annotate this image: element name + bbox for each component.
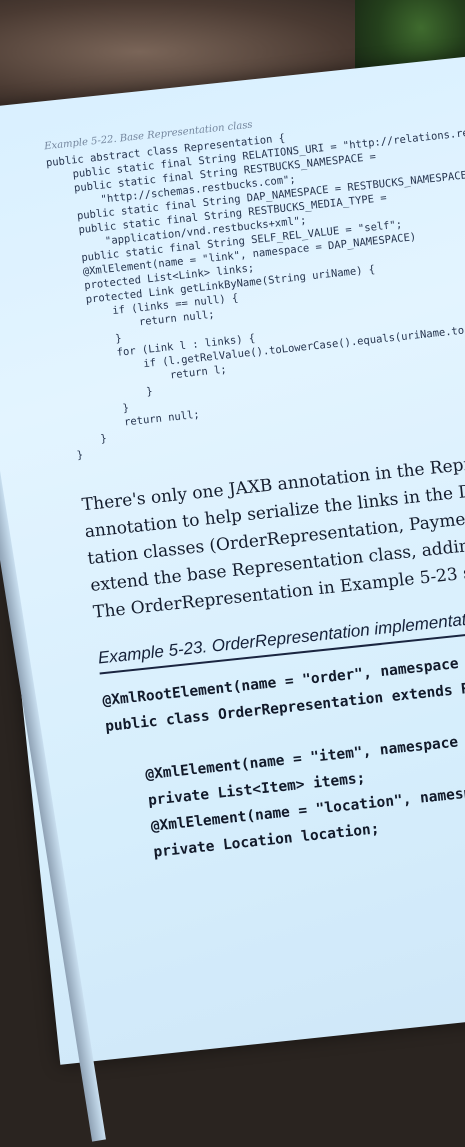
book-page: Example 5-22. Base Representation class … [0, 51, 465, 1142]
page-content: Example 5-22. Base Representation class … [44, 92, 465, 884]
example-23-code: @XmlRootElement(name = "order", namespac… [101, 639, 465, 869]
body-paragraph: There's only one JAXB annotation in the … [81, 443, 465, 626]
example-22-code: public abstract class Representation { p… [45, 107, 465, 462]
